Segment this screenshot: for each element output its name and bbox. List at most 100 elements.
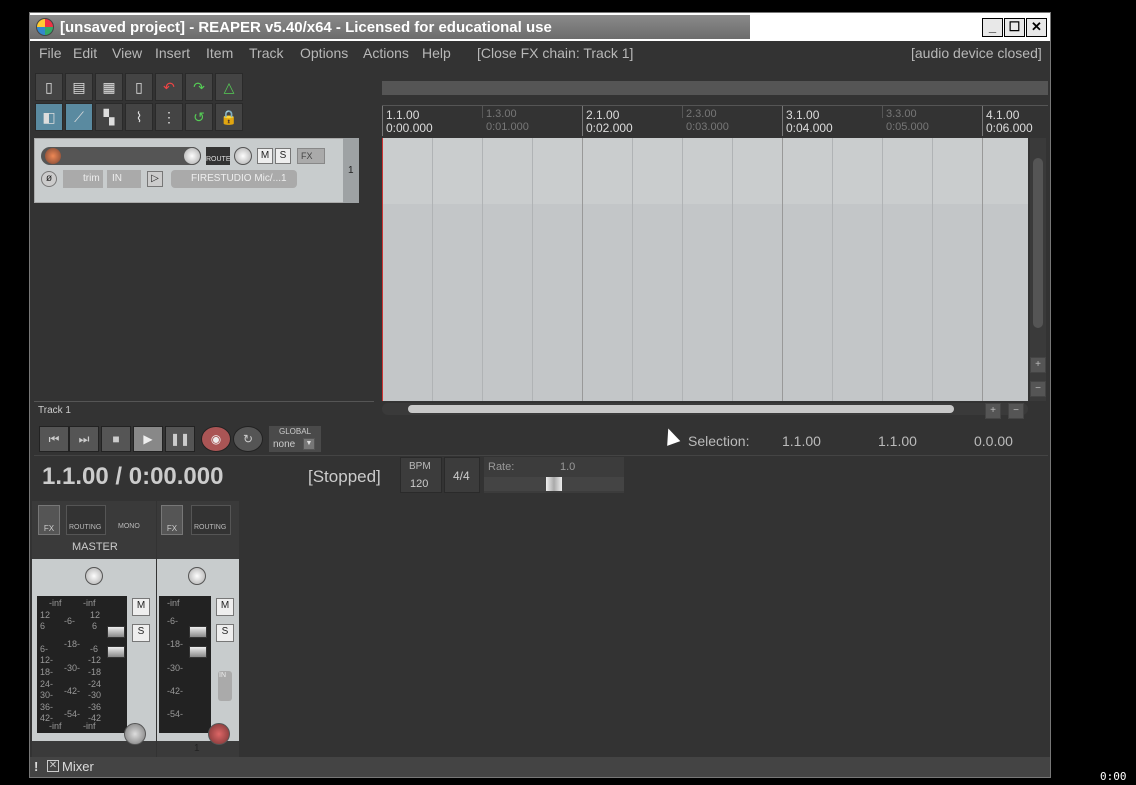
global-automation-button[interactable]: GLOBAL none ▼	[269, 426, 321, 452]
master-solo-button[interactable]: S	[132, 624, 150, 642]
loop-icon[interactable]: ↺	[185, 103, 213, 131]
title-bar[interactable]: [unsaved project] - REAPER v5.40/x64 - L…	[30, 13, 1050, 41]
mixer-tab[interactable]: Mixer	[62, 759, 94, 774]
menu-file[interactable]: File	[39, 45, 62, 61]
master-pan-knob[interactable]	[85, 567, 103, 585]
horizontal-scroll-thumb[interactable]	[408, 405, 954, 413]
timeline-ruler[interactable]: 1.1.00 0:00.000 1.3.00 0:01.000 2.1.00 0…	[382, 105, 1048, 138]
freeze-icon[interactable]: ▷	[147, 171, 163, 187]
audio-device-status[interactable]: [audio device closed]	[911, 45, 1042, 61]
project-settings-icon[interactable]: ▯	[125, 73, 153, 101]
metronome-icon[interactable]: △	[215, 73, 243, 101]
zoom-out-horizontal-icon[interactable]: −	[1008, 403, 1024, 419]
time-signature[interactable]: 4/4	[444, 457, 480, 493]
track-number-strip[interactable]: 1	[343, 138, 359, 203]
record-arm-icon[interactable]	[44, 147, 62, 165]
track1-input-button[interactable]: IN	[218, 671, 232, 701]
menu-view[interactable]: View	[112, 45, 142, 61]
go-to-start-button[interactable]: ⏮	[39, 426, 69, 452]
ruler-time-2: 0:02.000	[586, 121, 633, 135]
selection-end[interactable]: 1.1.00	[878, 433, 917, 449]
pan-knob[interactable]	[234, 147, 252, 165]
envelope-points-icon[interactable]: ⌇	[125, 103, 153, 131]
zoom-out-vertical-icon[interactable]: −	[1030, 381, 1046, 397]
input-select[interactable]: FIRESTUDIO Mic/...1	[171, 170, 297, 188]
redo-icon[interactable]: ↷	[185, 73, 213, 101]
ripple-edit-icon[interactable]: ⟋	[65, 103, 93, 131]
rate-value: 1.0	[560, 461, 576, 473]
undo-icon[interactable]: ↶	[155, 73, 183, 101]
item-grouping-icon[interactable]: ▚	[95, 103, 123, 131]
ruler-time-3: 0:04.000	[786, 121, 833, 135]
grid-snap-icon[interactable]: ◧	[35, 103, 63, 131]
track1-mute-button[interactable]: M	[216, 598, 234, 616]
bpm-value: 120	[410, 478, 429, 490]
menu-help[interactable]: Help	[422, 45, 451, 61]
master-fader-left[interactable]	[107, 626, 125, 638]
volume-knob[interactable]	[183, 147, 201, 165]
track1-routing-button[interactable]: ROUTING	[191, 505, 231, 535]
lock-icon[interactable]: 🔒	[215, 103, 243, 131]
menu-insert[interactable]: Insert	[155, 45, 190, 61]
master-routing-button[interactable]: ROUTING	[66, 505, 106, 535]
master-label: MASTER	[72, 541, 118, 553]
repeat-button[interactable]: ↻	[233, 426, 263, 452]
docker-menu-icon[interactable]: !	[34, 759, 38, 774]
track1-meter: -inf -6- -18- -30- -42- -54-	[159, 596, 211, 733]
master-fx-button[interactable]: FX	[38, 505, 60, 535]
menu-item[interactable]: Item	[206, 45, 233, 61]
solo-button[interactable]: S	[275, 148, 291, 164]
zoom-in-vertical-icon[interactable]: +	[1030, 357, 1046, 373]
save-project-icon[interactable]: ▦	[95, 73, 123, 101]
master-fader-right[interactable]	[107, 646, 125, 658]
route-button[interactable]: ROUTE	[206, 147, 231, 165]
open-project-icon[interactable]: ▤	[65, 73, 93, 101]
selection-label: Selection:	[688, 433, 750, 449]
phase-icon[interactable]: ø	[41, 171, 57, 187]
track1-fader[interactable]	[189, 626, 207, 638]
zoom-in-horizontal-icon[interactable]: +	[985, 403, 1001, 419]
master-mute-button[interactable]: M	[132, 598, 150, 616]
pause-button[interactable]: ❚❚	[165, 426, 195, 452]
horizontal-scrollbar[interactable]	[382, 403, 1028, 415]
master-mono-button[interactable]: MONO	[114, 505, 150, 535]
trim-button[interactable]: trim	[63, 170, 103, 188]
rate-slider[interactable]	[484, 477, 624, 491]
master-settings-icon[interactable]	[124, 723, 146, 745]
playrate-box[interactable]: Rate: 1.0	[484, 457, 624, 493]
track1-fader-lower[interactable]	[189, 646, 207, 658]
minimize-button[interactable]: _	[982, 18, 1003, 37]
track1-strip[interactable]: FX ROUTING -inf -6- -18- -30- -42- -54- …	[157, 501, 239, 757]
selection-start[interactable]: 1.1.00	[782, 433, 821, 449]
global-label: GLOBAL	[279, 427, 312, 436]
maximize-button[interactable]: ☐	[1004, 18, 1025, 37]
master-strip[interactable]: FX ROUTING MONO MASTER -inf -inf 12 6 6-…	[32, 501, 156, 757]
stop-button[interactable]: ■	[101, 426, 131, 452]
menu-track[interactable]: Track	[249, 45, 283, 61]
rate-label: Rate:	[488, 461, 515, 473]
play-button[interactable]: ▶	[133, 426, 163, 452]
input-monitor-button[interactable]: IN	[107, 170, 141, 188]
track-control-panel[interactable]: ROUTE M S FX ø trim IN ▷ FIRESTUDIO Mic/…	[34, 138, 344, 203]
time-display[interactable]: 1.1.00 / 0:00.000	[42, 463, 223, 491]
go-to-end-button[interactable]: ⏭	[69, 426, 99, 452]
track1-record-arm-icon[interactable]	[208, 723, 230, 745]
menu-options[interactable]: Options	[300, 45, 348, 61]
fx-button[interactable]: FX	[297, 148, 325, 164]
grid-lines-icon[interactable]: ⋮	[155, 103, 183, 131]
track-name-field[interactable]	[41, 147, 201, 165]
close-button[interactable]: ✕	[1026, 18, 1047, 37]
menu-edit[interactable]: Edit	[73, 45, 97, 61]
track1-solo-button[interactable]: S	[216, 624, 234, 642]
track1-pan-knob[interactable]	[188, 567, 206, 585]
selection-length[interactable]: 0.0.00	[974, 433, 1013, 449]
mute-button[interactable]: M	[257, 148, 273, 164]
menu-actions[interactable]: Actions	[363, 45, 409, 61]
region-lane[interactable]	[382, 81, 1048, 95]
track1-fx-button[interactable]: FX	[161, 505, 183, 535]
new-project-icon[interactable]: ▯	[35, 73, 63, 101]
record-button[interactable]: ◉	[201, 426, 231, 452]
arrange-view[interactable]	[382, 138, 1028, 401]
bpm-box[interactable]: BPM 120	[400, 457, 442, 493]
close-docker-icon[interactable]: ✕	[47, 760, 59, 772]
